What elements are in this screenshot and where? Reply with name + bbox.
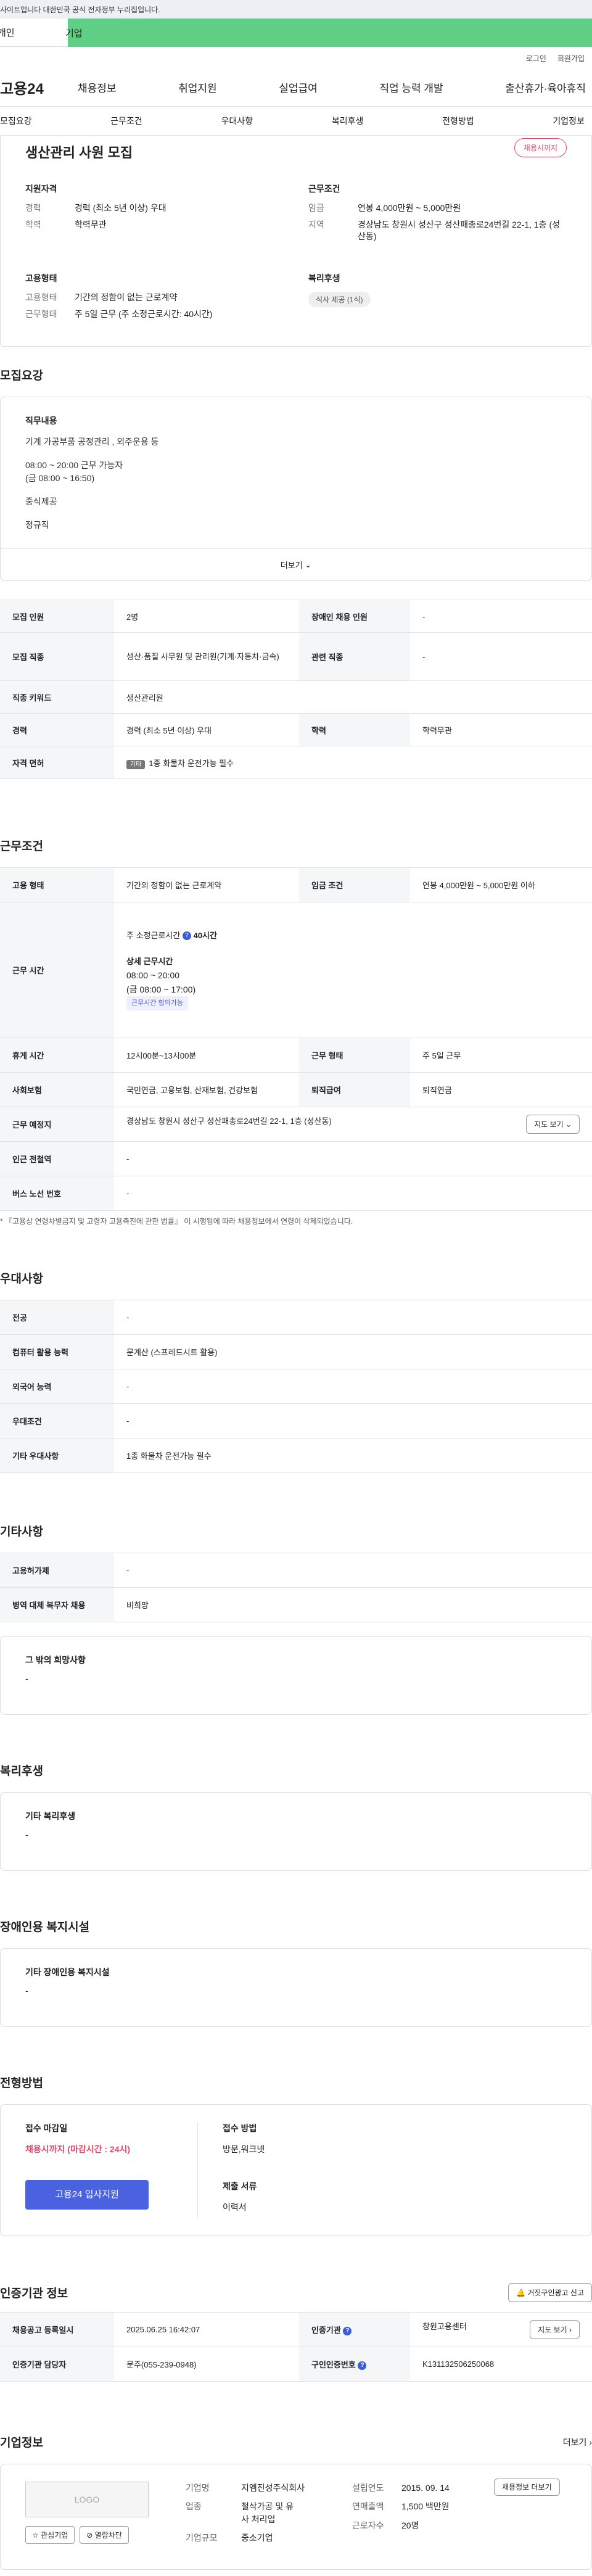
section-nav: 모집요강 근무조건 우대사항 복리후생 전형방법 기업정보 — [0, 106, 592, 136]
star-icon: ☆ — [32, 2531, 39, 2540]
favorite-button[interactable]: ☆ 관심기업 — [25, 2526, 75, 2544]
subnav-process[interactable]: 전형방법 — [442, 115, 474, 127]
global-nav: 고용24 채용정보 취업지원 실업급여 직업 능력 개발 출산휴가·육아휴직 — [0, 68, 592, 106]
deadline-badge: 채용시까지 — [514, 138, 567, 157]
company-box: LOGO ☆ 관심기업 ⊘ 열람차단 기업명 지엠진성주식회사 업종 철삭가공 및 … — [0, 2464, 592, 2570]
table-row: 컴퓨터 활용 능력 문계산 (스프레드시트 활용) — [0, 1334, 592, 1369]
pref-section-title: 우대사항 — [0, 1273, 43, 1286]
company-logo: LOGO — [25, 2482, 149, 2517]
gov-notice-bar: 사이트입니다 대한민국 공식 전자정부 누리집입니다. — [0, 0, 592, 19]
gnb-item-jobs[interactable]: 채용정보 — [78, 80, 117, 95]
gnb-item-benefit[interactable]: 실업급여 — [279, 80, 318, 95]
block-button[interactable]: ⊘ 열람차단 — [80, 2526, 129, 2544]
gnb-item-support[interactable]: 취업지원 — [178, 80, 217, 95]
subnav-recruit[interactable]: 모집요강 — [0, 115, 32, 127]
pref-table: 전공 - 컴퓨터 활용 능력 문계산 (스프레드시트 활용) 외국어 능력 - 우대조… — [0, 1300, 592, 1473]
etc-table: 고용허가제 - 병역 대체 복무자 채용 비희망 — [0, 1553, 592, 1622]
table-row: 전공 - — [0, 1300, 592, 1335]
work-section-title: 근무조건 — [0, 840, 43, 853]
disab-box: 기타 장애인용 복지시설 - — [0, 1948, 592, 2027]
chevron-down-icon: ⌄ — [565, 1120, 572, 1129]
chevron-down-icon: ⌄ — [305, 559, 312, 569]
table-row: 우대조건 - — [0, 1403, 592, 1439]
welfare-pill: 식사 제공 (1식) — [308, 291, 371, 307]
user-type-tabs: 개인 기업 — [0, 19, 592, 47]
tab-company[interactable]: 기업 — [65, 19, 592, 47]
qual-block: 지원자격 경력 경력 (최소 5년 이상) 우대 학력 학력무관 — [25, 184, 166, 229]
site-logo[interactable]: 고용24 — [0, 76, 78, 98]
company-jobs-button[interactable]: 채용정보 더보기 — [494, 2479, 560, 2496]
gnb-item-leave[interactable]: 출산휴가·육아휴직 — [505, 80, 586, 95]
info-icon[interactable]: ? — [358, 2361, 367, 2370]
welfare-block: 복리후생 식사 제공 (1식) — [308, 272, 567, 325]
company-more-link[interactable]: 더보기 › — [563, 2436, 592, 2448]
info-icon[interactable]: ? — [182, 931, 191, 941]
subnav-pref[interactable]: 우대사항 — [221, 115, 253, 127]
etc-section-title: 기타사항 — [0, 1525, 43, 1538]
table-row: 고용허가제 - — [0, 1553, 592, 1588]
work-table: 고용 형태 기간의 정함이 없는 근로계약 임금 조건 연봉 4,000만원 ~ 5… — [0, 867, 592, 1211]
job-summary-card: 생산관리 사원 모집 채용시까지 지원자격 경력 경력 (최소 5년 이상) 우대… — [0, 136, 592, 347]
table-row: 모집 직종 생산·품질 사무원 및 관리원(기계·자동차·금속) 관련 직종 - — [0, 632, 592, 681]
apply-button[interactable]: 고용24 입사지원 — [25, 2180, 149, 2210]
table-row: 버스 노선 번호 - — [0, 1176, 592, 1211]
report-button[interactable]: 🔔 거짓구인광고 신고 — [508, 2283, 592, 2302]
cert-map-button[interactable]: 지도 보기 › — [530, 2320, 580, 2339]
login-link[interactable]: 로그인 — [526, 53, 546, 68]
table-row: 근무 예정지 경상남도 창원시 성산구 성산패총로24번길 22-1, 1층 (… — [0, 1107, 592, 1142]
cond-block: 근무조건 임금 연봉 4,000만원 ~ 5,000만원 지역 경상남도 창원시 성… — [308, 184, 560, 241]
duty-box: 직무내용 기계 가공부품 공정관리 , 외주운용 등 08:00 ~ 20:00… — [0, 397, 592, 581]
table-row: 모집 인원 2명 장애인 채용 인원 - — [0, 600, 592, 633]
table-row: 휴게 시간 12시00분~13시00분 근무 형태 주 5일 근무 — [0, 1038, 592, 1073]
map-button[interactable]: 지도 보기 ⌄ — [526, 1115, 580, 1134]
subnav-welfare[interactable]: 복리후생 — [332, 115, 364, 127]
table-row: 직종 키워드 생산관리원 — [0, 680, 592, 714]
block-icon: ⊘ — [86, 2531, 93, 2540]
welfare-section-title: 복리후생 — [0, 1765, 43, 1778]
table-row: 근무 시간 주 소정근로시간 ? 40시간 상세 근무시간 08:00 ~ 20… — [0, 902, 592, 1038]
cert-table: 채용공고 등록일시 2025.06.25 16:42:07 인증기관 ? 창원고용… — [0, 2312, 592, 2382]
process-box: 접수 마감일 채용시까지 (마감시간 : 24시) 고용24 입사지원 접수 방… — [0, 2104, 592, 2236]
disab-section-title: 장애인용 복지시설 — [0, 1921, 90, 1934]
subnav-work[interactable]: 근무조건 — [110, 115, 142, 127]
table-row: 사회보험 국민연금, 고용보험, 산재보험, 건강보험 퇴직급여 퇴직연금 — [0, 1072, 592, 1107]
signup-link[interactable]: 회원가입 — [557, 53, 585, 68]
emp-block: 고용형태 고용형태 기간의 정함이 없는 근로계약 근무형태 주 5일 근무 (주 … — [25, 273, 213, 319]
table-row: 고용 형태 기간의 정함이 없는 근로계약 임금 조건 연봉 4,000만원 ~ 5… — [0, 867, 592, 902]
table-row: 자격 면허 기타 1종 화물차 운전가능 필수 — [0, 746, 592, 779]
table-row: 인증기관 담당자 문주(055-239-0948) 구인인증번호 ? K13113… — [0, 2347, 592, 2382]
welfare-box: 기타 복리후생 - — [0, 1792, 592, 1871]
flex-hours-badge: 근무시간 협의가능 — [126, 996, 189, 1011]
process-section-title: 전형방법 — [0, 2077, 43, 2090]
company-section-title: 기업정보 — [0, 2437, 43, 2450]
recruit-section-title: 모집요강 — [0, 369, 43, 382]
table-row: 인근 전철역 - — [0, 1141, 592, 1176]
age-notice: * 『고용상 연령차별금지 및 고령자 고용촉진에 관한 법률』 이 시행됨에 … — [0, 1217, 353, 1226]
table-row: 기타 우대사항 1종 화물차 운전가능 필수 — [0, 1438, 592, 1473]
table-row: 병역 대체 복무자 채용 비희망 — [0, 1587, 592, 1622]
table-row: 채용공고 등록일시 2025.06.25 16:42:07 인증기관 ? 창원고용… — [0, 2312, 592, 2347]
util-links: 로그인 회원가입 — [0, 47, 592, 68]
recruit-table: 모집 인원 2명 장애인 채용 인원 - 모집 직종 생산·품질 사무원 및 관리원(… — [0, 600, 592, 779]
cert-section-title: 인증기관 정보 — [0, 2287, 68, 2300]
license-tag: 기타 — [126, 759, 146, 769]
table-row: 외국어 능력 - — [0, 1369, 592, 1404]
job-title: 생산관리 사원 모집 — [25, 145, 133, 160]
bell-icon: 🔔 — [516, 2289, 525, 2297]
info-icon[interactable]: ? — [343, 2326, 352, 2335]
subnav-company[interactable]: 기업정보 — [553, 115, 585, 127]
more-button[interactable]: 더보기 ⌄ — [1, 548, 591, 580]
gnb-item-training[interactable]: 직업 능력 개발 — [379, 80, 443, 95]
table-row: 경력 경력 (최소 5년 이상) 우대 학력 학력무관 — [0, 713, 592, 746]
etc-wish-box: 그 밖의 희망사항 - — [0, 1636, 592, 1715]
tab-personal[interactable]: 개인 — [0, 19, 68, 47]
